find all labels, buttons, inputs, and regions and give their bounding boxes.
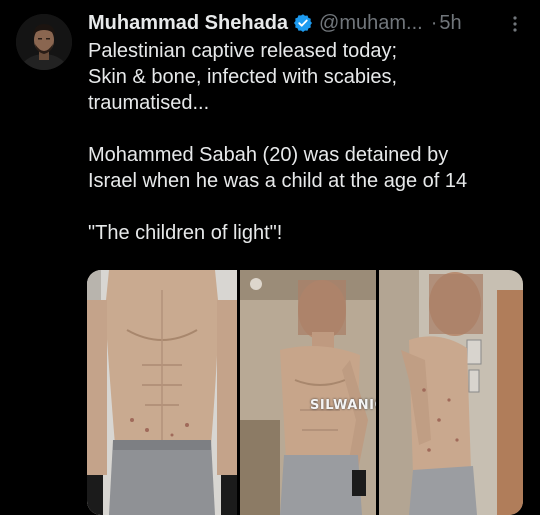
photo-side-torso[interactable]: SILWANIC <box>240 270 376 515</box>
tweet-line: traumatised... <box>88 92 210 114</box>
tweet-line: Mohammed Sabah (20) was detained by <box>88 144 449 166</box>
timestamp[interactable]: 5h <box>439 8 461 38</box>
tweet-header: Muhammad Shehada @muham... · 5h <box>88 8 528 38</box>
more-options-icon[interactable] <box>512 16 518 32</box>
avatar[interactable] <box>16 14 72 70</box>
verified-badge-icon <box>293 13 313 33</box>
tweet-line: "The children of light"! <box>88 222 283 244</box>
media-gallery[interactable]: SILWANIC <box>87 270 523 515</box>
tweet[interactable]: Muhammad Shehada @muham... · 5h Palestin… <box>0 0 540 515</box>
watermark-logo: SILWANIC <box>310 398 376 413</box>
photo-front-torso[interactable] <box>87 270 237 515</box>
tweet-line: Skin & bone, infected with scabies, <box>88 66 398 88</box>
tweet-line: Israel when he was a child at the age of… <box>88 170 468 192</box>
author-name[interactable]: Muhammad Shehada <box>88 8 288 38</box>
author-handle[interactable]: @muham... <box>319 8 423 38</box>
photo-profile-torso[interactable] <box>379 270 523 515</box>
tweet-line: Palestinian captive released today; <box>88 40 398 62</box>
separator-dot: · <box>430 12 438 34</box>
tweet-text: Palestinian captive released today; Skin… <box>88 38 528 246</box>
